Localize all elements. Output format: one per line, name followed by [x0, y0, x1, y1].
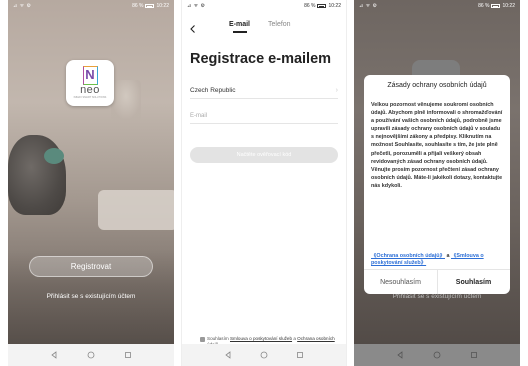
get-verification-code-button[interactable]: Načtěte ověřovací kód — [190, 147, 338, 163]
dialog-title: Zásady ochrany osobních údajů — [387, 82, 487, 89]
dimmed-login-link: Přihlásit se s existujícím účtem — [392, 293, 482, 300]
system-nav-bar — [354, 344, 520, 366]
signal-icon: ⊿ ᯤ ⚙ — [359, 3, 378, 9]
triangle-back-icon[interactable] — [49, 350, 59, 360]
clock: 10:22 — [156, 3, 169, 9]
login-existing-account-link[interactable]: Přihlásit se s existujícím účtem — [8, 293, 174, 300]
clock: 10:22 — [502, 3, 515, 9]
circle-home-icon[interactable] — [259, 350, 269, 360]
square-recent-icon[interactable] — [469, 350, 479, 360]
triangle-back-icon[interactable] — [223, 350, 233, 360]
battery-icon — [491, 4, 501, 8]
square-recent-icon[interactable] — [123, 350, 133, 360]
auth-tabs: E-mail Telefon — [182, 18, 346, 36]
battery-percent: 86 % — [478, 3, 490, 9]
battery-icon — [317, 4, 327, 8]
battery-percent: 86 % — [132, 3, 144, 9]
chevron-right-icon: › — [335, 87, 338, 94]
chevron-left-icon[interactable] — [188, 21, 198, 33]
agree-prefix: Souhlasím — [207, 336, 230, 341]
status-bar: ⊿ ᯤ ⚙ 86 % 10:22 — [354, 0, 520, 12]
accept-button[interactable]: Souhlasím — [437, 270, 510, 294]
dialog-body: Velkou pozornost věnujeme soukromí osobn… — [371, 102, 503, 189]
privacy-policy-dialog: Zásady ochrany osobních údajů Velkou poz… — [364, 75, 510, 294]
country-selector[interactable]: Czech Republic › — [190, 83, 338, 99]
active-tab-indicator — [233, 31, 247, 33]
system-nav-bar — [182, 344, 346, 366]
dialog-links: 《Ochrana osobních údajů》 a 《Smlouva o po… — [371, 253, 503, 267]
status-bar: ⊿ ᯤ ⚙ 86 % 10:22 — [182, 0, 346, 12]
agree-checkbox[interactable] — [200, 336, 205, 342]
tab-email[interactable]: E-mail — [229, 21, 250, 28]
logo-n-icon: N — [82, 66, 98, 85]
page-title: Registrace e-mailem — [190, 51, 332, 67]
country-value: Czech Republic — [190, 87, 236, 94]
status-bar: ⊿ ᯤ ⚙ 86 % 10:22 — [8, 0, 174, 12]
register-button[interactable]: Registrovat — [29, 256, 153, 277]
lamp-image — [111, 80, 141, 120]
privacy-dialog-screen: Přihlásit se s existujícím účtem ⊿ ᯤ ⚙ 8… — [354, 0, 520, 366]
plant-image — [44, 148, 64, 164]
triangle-back-icon[interactable] — [395, 350, 405, 360]
square-recent-icon[interactable] — [295, 350, 305, 360]
register-email-screen: ⊿ ᯤ ⚙ 86 % 10:22 E-mail Telefon Registra… — [181, 0, 347, 366]
privacy-policy-link[interactable]: 《Ochrana osobních údajů》 — [371, 253, 445, 259]
clock: 10:22 — [328, 3, 341, 9]
circle-home-icon[interactable] — [86, 350, 96, 360]
circle-home-icon[interactable] — [432, 350, 442, 360]
decline-button[interactable]: Nesouhlasím — [364, 270, 437, 294]
battery-percent: 86 % — [304, 3, 316, 9]
welcome-screen: ⊿ ᯤ ⚙ 86 % 10:22 N neo IMMAX SMART SOLUT… — [8, 0, 174, 366]
tab-phone[interactable]: Telefon — [268, 21, 291, 28]
sofa-image — [98, 190, 174, 230]
email-placeholder: E-mail — [190, 112, 208, 119]
logo-word: neo — [80, 84, 100, 96]
signal-icon: ⊿ ᯤ ⚙ — [13, 3, 32, 9]
service-agreement-link[interactable]: Smlouva o poskytování služeb — [230, 336, 292, 341]
battery-icon — [145, 4, 155, 8]
system-nav-bar — [8, 344, 174, 366]
logo-tagline: IMMAX SMART SOLUTIONS — [73, 96, 107, 99]
signal-icon: ⊿ ᯤ ⚙ — [187, 3, 206, 9]
email-field[interactable]: E-mail — [190, 108, 338, 124]
chair-image — [8, 135, 66, 215]
app-logo: N neo IMMAX SMART SOLUTIONS — [66, 60, 114, 106]
